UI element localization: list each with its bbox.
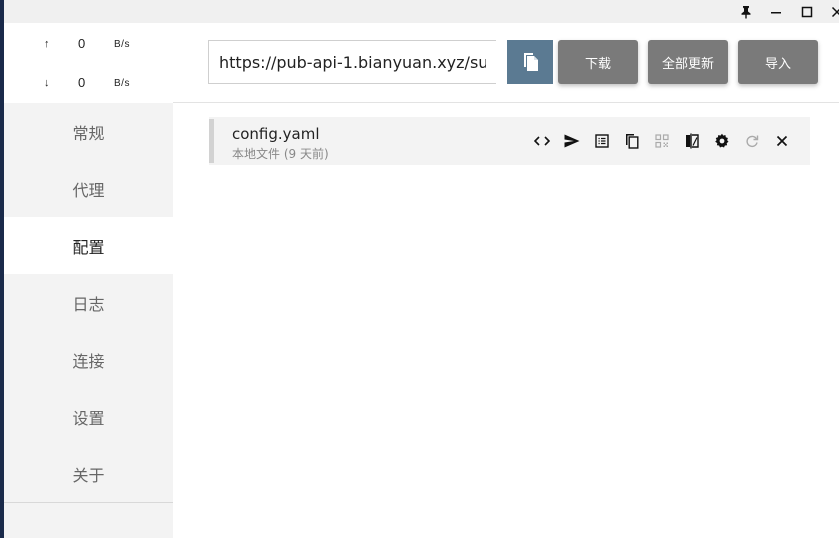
sidebar-item-label: 日志 <box>72 294 105 314</box>
sidebar-item-label: 连接 <box>72 351 105 371</box>
download-button[interactable]: 下载 <box>558 40 638 84</box>
refresh-icon[interactable] <box>740 129 764 153</box>
upload-unit: B/s <box>114 39 130 50</box>
traffic-panel: ↑ 0 B/s ↓ 0 B/s <box>4 23 173 103</box>
sidebar-item-label: 关于 <box>72 465 105 485</box>
download-speed: ↓ 0 B/s <box>4 75 173 95</box>
sidebar: ↑ 0 B/s ↓ 0 B/s 常规 代理 配置 日志 连接 设置 关于 <box>4 23 173 538</box>
sidebar-item-general[interactable]: 常规 <box>4 103 173 160</box>
sidebar-item-connections[interactable]: 连接 <box>4 331 173 388</box>
close-icon[interactable] <box>770 129 794 153</box>
minimize-icon[interactable] <box>761 0 791 23</box>
download-value: 0 <box>78 75 86 90</box>
profile-meta: 本地文件 (9 天前) <box>232 147 329 161</box>
pin-icon[interactable] <box>731 0 761 23</box>
sidebar-item-label: 代理 <box>72 180 105 200</box>
app-window: ↑ 0 B/s ↓ 0 B/s 常规 代理 配置 日志 连接 设置 关于 htt… <box>0 0 839 538</box>
list-icon[interactable] <box>590 129 614 153</box>
download-arrow-icon: ↓ <box>44 77 50 89</box>
paste-icon <box>520 50 540 75</box>
main-panel: 下载 全部更新 导入 config.yaml 本地文件 (9 天前) <box>173 23 839 538</box>
profile-indicator <box>209 119 214 163</box>
sidebar-item-label: 常规 <box>72 123 105 143</box>
sidebar-item-about[interactable]: 关于 <box>4 445 173 502</box>
import-button[interactable]: 导入 <box>738 40 818 84</box>
profile-name: config.yaml <box>232 125 320 143</box>
upload-arrow-icon: ↑ <box>44 38 50 50</box>
sidebar-item-profiles[interactable]: 配置 <box>4 217 173 274</box>
sidebar-item-label: 设置 <box>72 408 105 428</box>
maximize-icon[interactable] <box>792 0 822 23</box>
window-close-icon[interactable] <box>822 0 839 23</box>
sidebar-divider <box>4 502 173 503</box>
code-icon[interactable] <box>530 129 554 153</box>
send-icon[interactable] <box>560 129 584 153</box>
title-bar <box>4 0 839 23</box>
download-unit: B/s <box>114 78 130 89</box>
paste-button[interactable] <box>507 40 553 84</box>
sidebar-item-logs[interactable]: 日志 <box>4 274 173 331</box>
sidebar-item-proxies[interactable]: 代理 <box>4 160 173 217</box>
copy-icon[interactable] <box>620 129 644 153</box>
sidebar-item-settings[interactable]: 设置 <box>4 388 173 445</box>
update-all-button[interactable]: 全部更新 <box>648 40 728 84</box>
compare-icon[interactable] <box>680 129 704 153</box>
sidebar-item-label: 配置 <box>72 237 105 257</box>
qr-code-icon[interactable] <box>650 129 674 153</box>
gear-icon[interactable] <box>710 129 734 153</box>
upload-value: 0 <box>78 36 86 51</box>
toolbar-divider <box>173 102 839 103</box>
profile-card[interactable]: config.yaml 本地文件 (9 天前) <box>209 117 810 165</box>
upload-speed: ↑ 0 B/s <box>4 36 173 56</box>
subscription-url-input[interactable] <box>208 40 496 84</box>
